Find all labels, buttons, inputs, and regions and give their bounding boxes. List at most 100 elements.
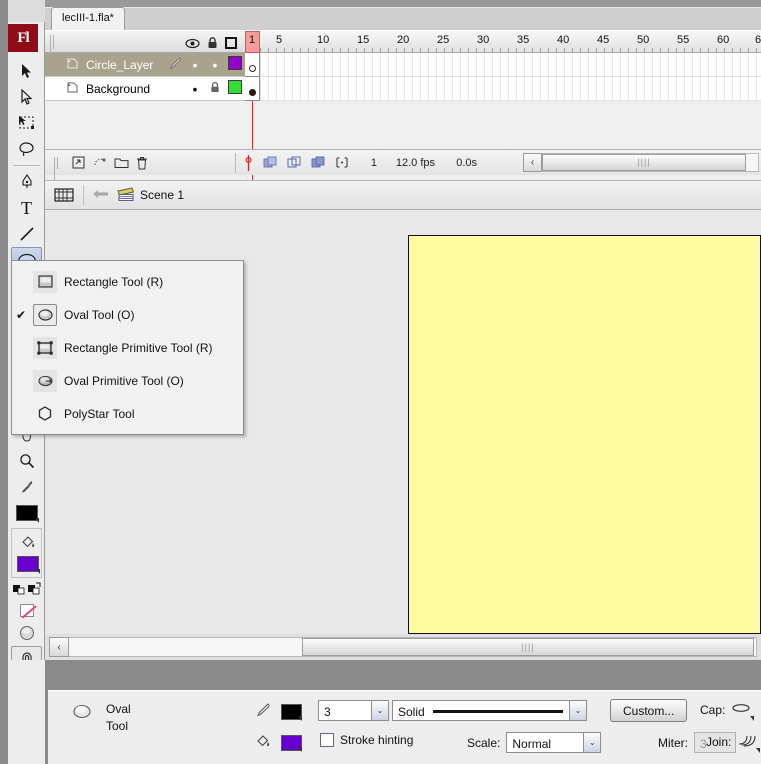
- timeline-scroll-thumb[interactable]: ||||: [542, 153, 746, 171]
- line-tool[interactable]: [11, 221, 42, 247]
- timeline-horizontal-scrollbar[interactable]: ‹ ||||: [523, 152, 759, 172]
- frame-column[interactable]: [444, 53, 445, 101]
- frame-column[interactable]: [652, 53, 653, 101]
- frame-column[interactable]: [324, 53, 325, 101]
- frame-column[interactable]: [604, 53, 605, 101]
- fill-color-swatch[interactable]: [281, 734, 302, 752]
- layer-row-circle[interactable]: Circle_Layer • •: [45, 53, 245, 77]
- frame-column[interactable]: [716, 53, 717, 101]
- frame-column[interactable]: [396, 53, 397, 101]
- frame-column[interactable]: [708, 53, 709, 101]
- scale-select-value[interactable]: Normal: [506, 732, 585, 753]
- paint-bucket-tool[interactable]: [12, 531, 43, 553]
- frame-column[interactable]: [476, 53, 477, 101]
- frame-column[interactable]: [564, 53, 565, 101]
- stroke-color-swatch[interactable]: [281, 703, 302, 721]
- join-round-icon[interactable]: [737, 733, 761, 753]
- frame-column[interactable]: [636, 53, 637, 101]
- cap-round-icon[interactable]: [731, 702, 755, 721]
- fps-indicator[interactable]: 12.0 fps: [387, 157, 435, 169]
- frame-column[interactable]: [692, 53, 693, 101]
- subselection-tool[interactable]: [11, 84, 42, 110]
- frame-column[interactable]: [732, 53, 733, 101]
- frame-column[interactable]: [756, 53, 757, 101]
- modify-onion-markers-icon[interactable]: [335, 156, 349, 169]
- frame-column[interactable]: [548, 53, 549, 101]
- scene-label[interactable]: Scene 1: [140, 188, 184, 202]
- frame-column[interactable]: [340, 53, 341, 101]
- frame-column[interactable]: [724, 53, 725, 101]
- lock-icon[interactable]: [207, 37, 218, 49]
- layer-outline-color-background[interactable]: [225, 80, 245, 97]
- frame-column[interactable]: [740, 53, 741, 101]
- frame-column[interactable]: [436, 53, 437, 101]
- keyframe-cell-circle[interactable]: [245, 53, 260, 77]
- text-tool[interactable]: T: [11, 195, 42, 221]
- frame-column[interactable]: [668, 53, 669, 101]
- frame-column[interactable]: [276, 53, 277, 101]
- timeline-scroll-left-button[interactable]: ‹: [523, 152, 542, 172]
- document-tab[interactable]: lecIII-1.fla*: [51, 7, 125, 30]
- stroke-color-swatch-toolbar[interactable]: [11, 500, 42, 526]
- menu-item-polystar-tool[interactable]: PolyStar Tool: [12, 397, 243, 430]
- stroke-style-input[interactable]: Solid: [392, 700, 570, 721]
- frame-column[interactable]: [420, 53, 421, 101]
- frame-column[interactable]: [380, 53, 381, 101]
- stage-scroll-thumb[interactable]: ||||: [302, 638, 754, 656]
- smooth-option-button[interactable]: [11, 620, 42, 646]
- stage-scroll-track[interactable]: ||||: [69, 637, 757, 657]
- frame-column[interactable]: [260, 53, 261, 101]
- custom-button[interactable]: Custom...: [610, 699, 688, 722]
- edit-scene-icon[interactable]: [51, 186, 77, 204]
- frame-column[interactable]: [372, 53, 373, 101]
- frame-column[interactable]: [284, 53, 285, 101]
- frame-column[interactable]: [580, 53, 581, 101]
- frame-ruler[interactable]: 1 5 10 15 20 25 30 35 40 45 50 55 60 6: [245, 31, 761, 53]
- pen-tool[interactable]: [11, 169, 42, 195]
- frame-column[interactable]: [612, 53, 613, 101]
- frame-column[interactable]: [572, 53, 573, 101]
- frame-column[interactable]: [516, 53, 517, 101]
- frame-column[interactable]: [644, 53, 645, 101]
- stage-scroll-left-button[interactable]: ‹: [49, 637, 69, 657]
- selection-tool[interactable]: [11, 58, 42, 84]
- playhead-marker[interactable]: 1: [245, 31, 260, 53]
- frame-column[interactable]: [356, 53, 357, 101]
- onion-skin-outlines-icon[interactable]: [287, 156, 301, 169]
- black-and-white-button[interactable]: [11, 578, 42, 600]
- layer-row-background[interactable]: Background •: [45, 77, 245, 101]
- delete-layer-icon[interactable]: [136, 156, 148, 170]
- frame-column[interactable]: [484, 53, 485, 101]
- frame-column[interactable]: [524, 53, 525, 101]
- center-frame-icon[interactable]: [244, 154, 253, 171]
- frame-column[interactable]: [556, 53, 557, 101]
- stage-canvas[interactable]: [408, 235, 761, 634]
- frame-column[interactable]: [540, 53, 541, 101]
- menu-item-rectangle-primitive-tool[interactable]: Rectangle Primitive Tool (R): [12, 331, 243, 364]
- frame-column[interactable]: [508, 53, 509, 101]
- menu-item-oval-primitive-tool[interactable]: Oval Primitive Tool (O): [12, 364, 243, 397]
- eye-icon[interactable]: [185, 38, 200, 49]
- layer-lock-icon-2[interactable]: [205, 81, 225, 96]
- eyedropper-tool[interactable]: [11, 474, 42, 500]
- no-color-button[interactable]: [11, 600, 42, 620]
- stroke-width-dropdown-icon[interactable]: ⌄: [372, 700, 389, 721]
- stage-horizontal-scrollbar[interactable]: ‹ ||||: [45, 634, 761, 660]
- frame-column[interactable]: [364, 53, 365, 101]
- frame-column[interactable]: [468, 53, 469, 101]
- stroke-style-dropdown-icon[interactable]: ⌄: [570, 700, 587, 721]
- frame-column[interactable]: [684, 53, 685, 101]
- edit-multiple-frames-icon[interactable]: [311, 156, 325, 169]
- layer-name-background[interactable]: Background: [81, 82, 165, 96]
- shape-tool-popup-menu[interactable]: Rectangle Tool (R) ✔ Oval Tool (O) Recta…: [11, 260, 244, 435]
- frame-column[interactable]: [596, 53, 597, 101]
- onion-skin-icon[interactable]: [263, 156, 277, 169]
- frame-column[interactable]: [660, 53, 661, 101]
- frame-column[interactable]: [532, 53, 533, 101]
- menu-item-oval-tool[interactable]: ✔ Oval Tool (O): [12, 298, 243, 331]
- keyframe-cell-background[interactable]: [245, 77, 260, 101]
- frame-column[interactable]: [452, 53, 453, 101]
- frame-column[interactable]: [292, 53, 293, 101]
- frame-column[interactable]: [748, 53, 749, 101]
- layer-visibility-dot-2[interactable]: •: [185, 82, 205, 96]
